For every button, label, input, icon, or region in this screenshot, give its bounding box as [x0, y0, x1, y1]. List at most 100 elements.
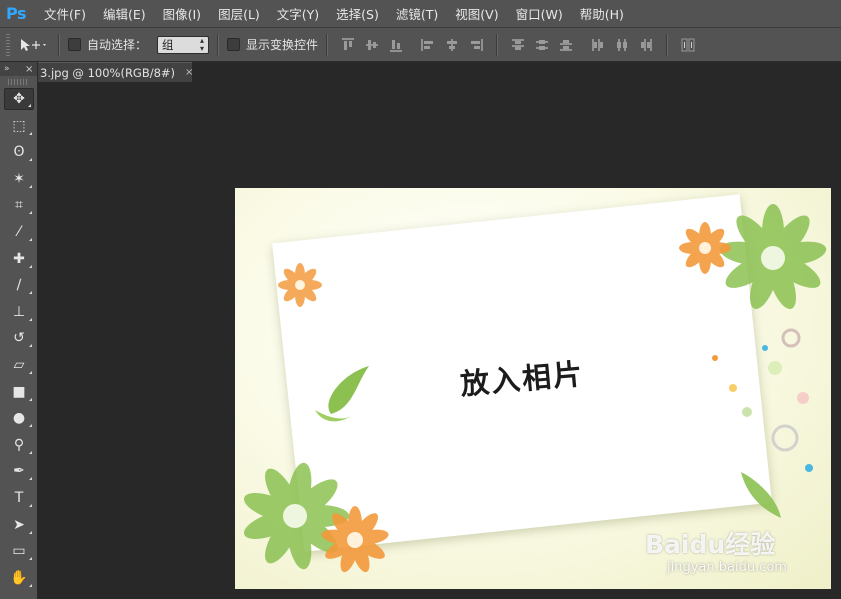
lasso-tool-button[interactable]: ʘ: [4, 141, 34, 163]
menu-help[interactable]: 帮助(H): [580, 4, 624, 23]
tool-flyout-indicator: [29, 211, 32, 215]
magic-wand-tool-button[interactable]: ✶: [4, 168, 34, 190]
tool-flyout-indicator: [29, 450, 32, 454]
menu-view[interactable]: 视图(V): [455, 4, 498, 23]
menu-filter[interactable]: 滤镜(T): [396, 4, 438, 23]
gradient-tool-button[interactable]: ■: [4, 381, 34, 403]
panel-close-icon[interactable]: ×: [25, 64, 33, 75]
eraser-tool-button[interactable]: ▱: [4, 354, 34, 376]
dodge-tool-button[interactable]: ⚲: [4, 434, 34, 456]
document-tab-title: 3.jpg @ 100%(RGB/8#): [40, 65, 176, 80]
move-tool-icon: ✥: [13, 91, 25, 107]
distribute-bottom-edges-icon[interactable]: [559, 38, 573, 52]
auto-select-value: 组: [162, 37, 174, 52]
tool-preset-picker[interactable]: [18, 35, 50, 55]
pen-tool-icon: ✒: [13, 463, 25, 480]
rectangle-tool-button[interactable]: ▭: [4, 540, 34, 562]
menu-image[interactable]: 图像(I): [163, 4, 201, 23]
dropdown-arrows-icon: ▴ ▾: [200, 35, 205, 53]
document-canvas[interactable]: 放入相片 Baidu经验 jingyan.baidu.com: [235, 188, 831, 589]
pen-tool-button[interactable]: ✒: [4, 460, 34, 482]
show-transform-checkbox[interactable]: [227, 38, 241, 51]
move-tool-preset-icon: [21, 38, 46, 51]
menu-type[interactable]: 文字(Y): [277, 4, 319, 23]
history-brush-tool-button[interactable]: ↺: [4, 327, 34, 349]
document-tab-bar: 3.jpg @ 100%(RGB/8#) ×: [38, 62, 841, 82]
lasso-tool-icon: ʘ: [13, 144, 25, 161]
document-tab[interactable]: 3.jpg @ 100%(RGB/8#) ×: [38, 62, 193, 82]
separator: [496, 33, 499, 56]
path-selection-tool-icon: ➤: [13, 516, 25, 533]
crop-tool-button[interactable]: ⌗: [4, 194, 34, 216]
move-tool-button[interactable]: ✥: [4, 88, 34, 110]
gradient-tool-icon: ■: [12, 383, 26, 400]
tool-flyout-indicator: [29, 477, 32, 481]
align-buttons: [336, 33, 700, 56]
menu-select[interactable]: 选择(S): [336, 4, 379, 23]
menu-edit[interactable]: 编辑(E): [103, 4, 146, 23]
tool-flyout-indicator: [29, 158, 32, 162]
healing-brush-tool-icon: ✚: [13, 250, 25, 267]
baidu-watermark: Baidu经验: [645, 530, 776, 559]
tool-flyout-indicator: [29, 184, 32, 188]
menu-file[interactable]: 文件(F): [44, 4, 86, 23]
show-transform-label: 显示变换控件: [246, 38, 319, 52]
auto-select-label: 自动选择：: [87, 38, 148, 52]
panel-collapse-icon[interactable]: »: [4, 64, 10, 74]
tool-flyout-indicator: [29, 557, 32, 561]
tools-panel-grip[interactable]: [8, 79, 29, 85]
photoshop-logo-icon: Ps: [6, 3, 26, 23]
tool-flyout-indicator: [29, 237, 32, 241]
distribute-horizontal-centers-icon[interactable]: [615, 38, 629, 52]
options-bar-grip[interactable]: [6, 33, 10, 56]
tool-flyout-indicator: [29, 291, 32, 295]
document-tab-close-icon[interactable]: ×: [185, 67, 193, 78]
separator: [58, 33, 60, 56]
marquee-tool-icon: ⬚: [12, 117, 26, 134]
distribute-vertical-centers-icon[interactable]: [535, 38, 549, 52]
clone-stamp-tool-icon: ⊥: [12, 303, 26, 320]
blur-tool-icon: ●: [12, 410, 26, 427]
auto-align-layers-icon[interactable]: [681, 38, 695, 52]
hand-tool-button[interactable]: ✋: [4, 567, 34, 589]
dodge-tool-icon: ⚲: [13, 436, 25, 453]
tool-flyout-indicator: [29, 264, 32, 268]
auto-select-checkbox[interactable]: [68, 38, 81, 51]
distribute-top-edges-icon[interactable]: [511, 38, 525, 52]
brush-tool-button[interactable]: ∕: [4, 274, 34, 296]
separator: [666, 33, 669, 56]
align-left-edges-icon[interactable]: [421, 38, 435, 52]
healing-brush-tool-button[interactable]: ✚: [4, 248, 34, 270]
path-selection-tool-button[interactable]: ➤: [4, 514, 34, 536]
menu-layer[interactable]: 图层(L): [218, 4, 260, 23]
clone-stamp-tool-button[interactable]: ⊥: [4, 301, 34, 323]
align-horizontal-centers-icon[interactable]: [445, 38, 459, 52]
history-brush-tool-icon: ↺: [13, 330, 25, 347]
auto-select-dropdown[interactable]: 组 ▴ ▾: [157, 35, 210, 54]
blur-tool-button[interactable]: ●: [4, 407, 34, 429]
eyedropper-tool-button[interactable]: ⁄: [4, 221, 34, 243]
marquee-tool-button[interactable]: ⬚: [4, 115, 34, 137]
tool-flyout-indicator: [29, 370, 32, 374]
brush-tool-icon: ∕: [16, 277, 22, 294]
tool-flyout-indicator: [29, 583, 32, 587]
hand-tool-icon: ✋: [10, 569, 28, 586]
menu-bar: Ps 文件(F) 编辑(E) 图像(I) 图层(L) 文字(Y) 选择(S) 滤…: [0, 0, 841, 28]
align-top-edges-icon[interactable]: [341, 38, 355, 52]
align-right-edges-icon[interactable]: [469, 38, 483, 52]
eyedropper-tool-icon: ⁄: [17, 223, 21, 240]
options-bar: 自动选择： 组 ▴ ▾ 显示变换控件: [0, 28, 841, 62]
tool-flyout-indicator: [29, 530, 32, 534]
align-vertical-centers-icon[interactable]: [365, 38, 379, 52]
tool-flyout-indicator: [29, 424, 32, 428]
type-tool-icon: T: [14, 489, 24, 506]
baidu-watermark-url: jingyan.baidu.com: [667, 560, 787, 575]
tool-flyout-indicator: [28, 104, 31, 107]
rectangle-tool-icon: ▭: [12, 543, 26, 560]
align-bottom-edges-icon[interactable]: [389, 38, 403, 52]
distribute-left-edges-icon[interactable]: [591, 38, 605, 52]
type-tool-button[interactable]: T: [4, 487, 34, 509]
distribute-right-edges-icon[interactable]: [639, 38, 653, 52]
menu-window[interactable]: 窗口(W): [516, 4, 563, 23]
decorative-dots-image: [712, 328, 813, 472]
